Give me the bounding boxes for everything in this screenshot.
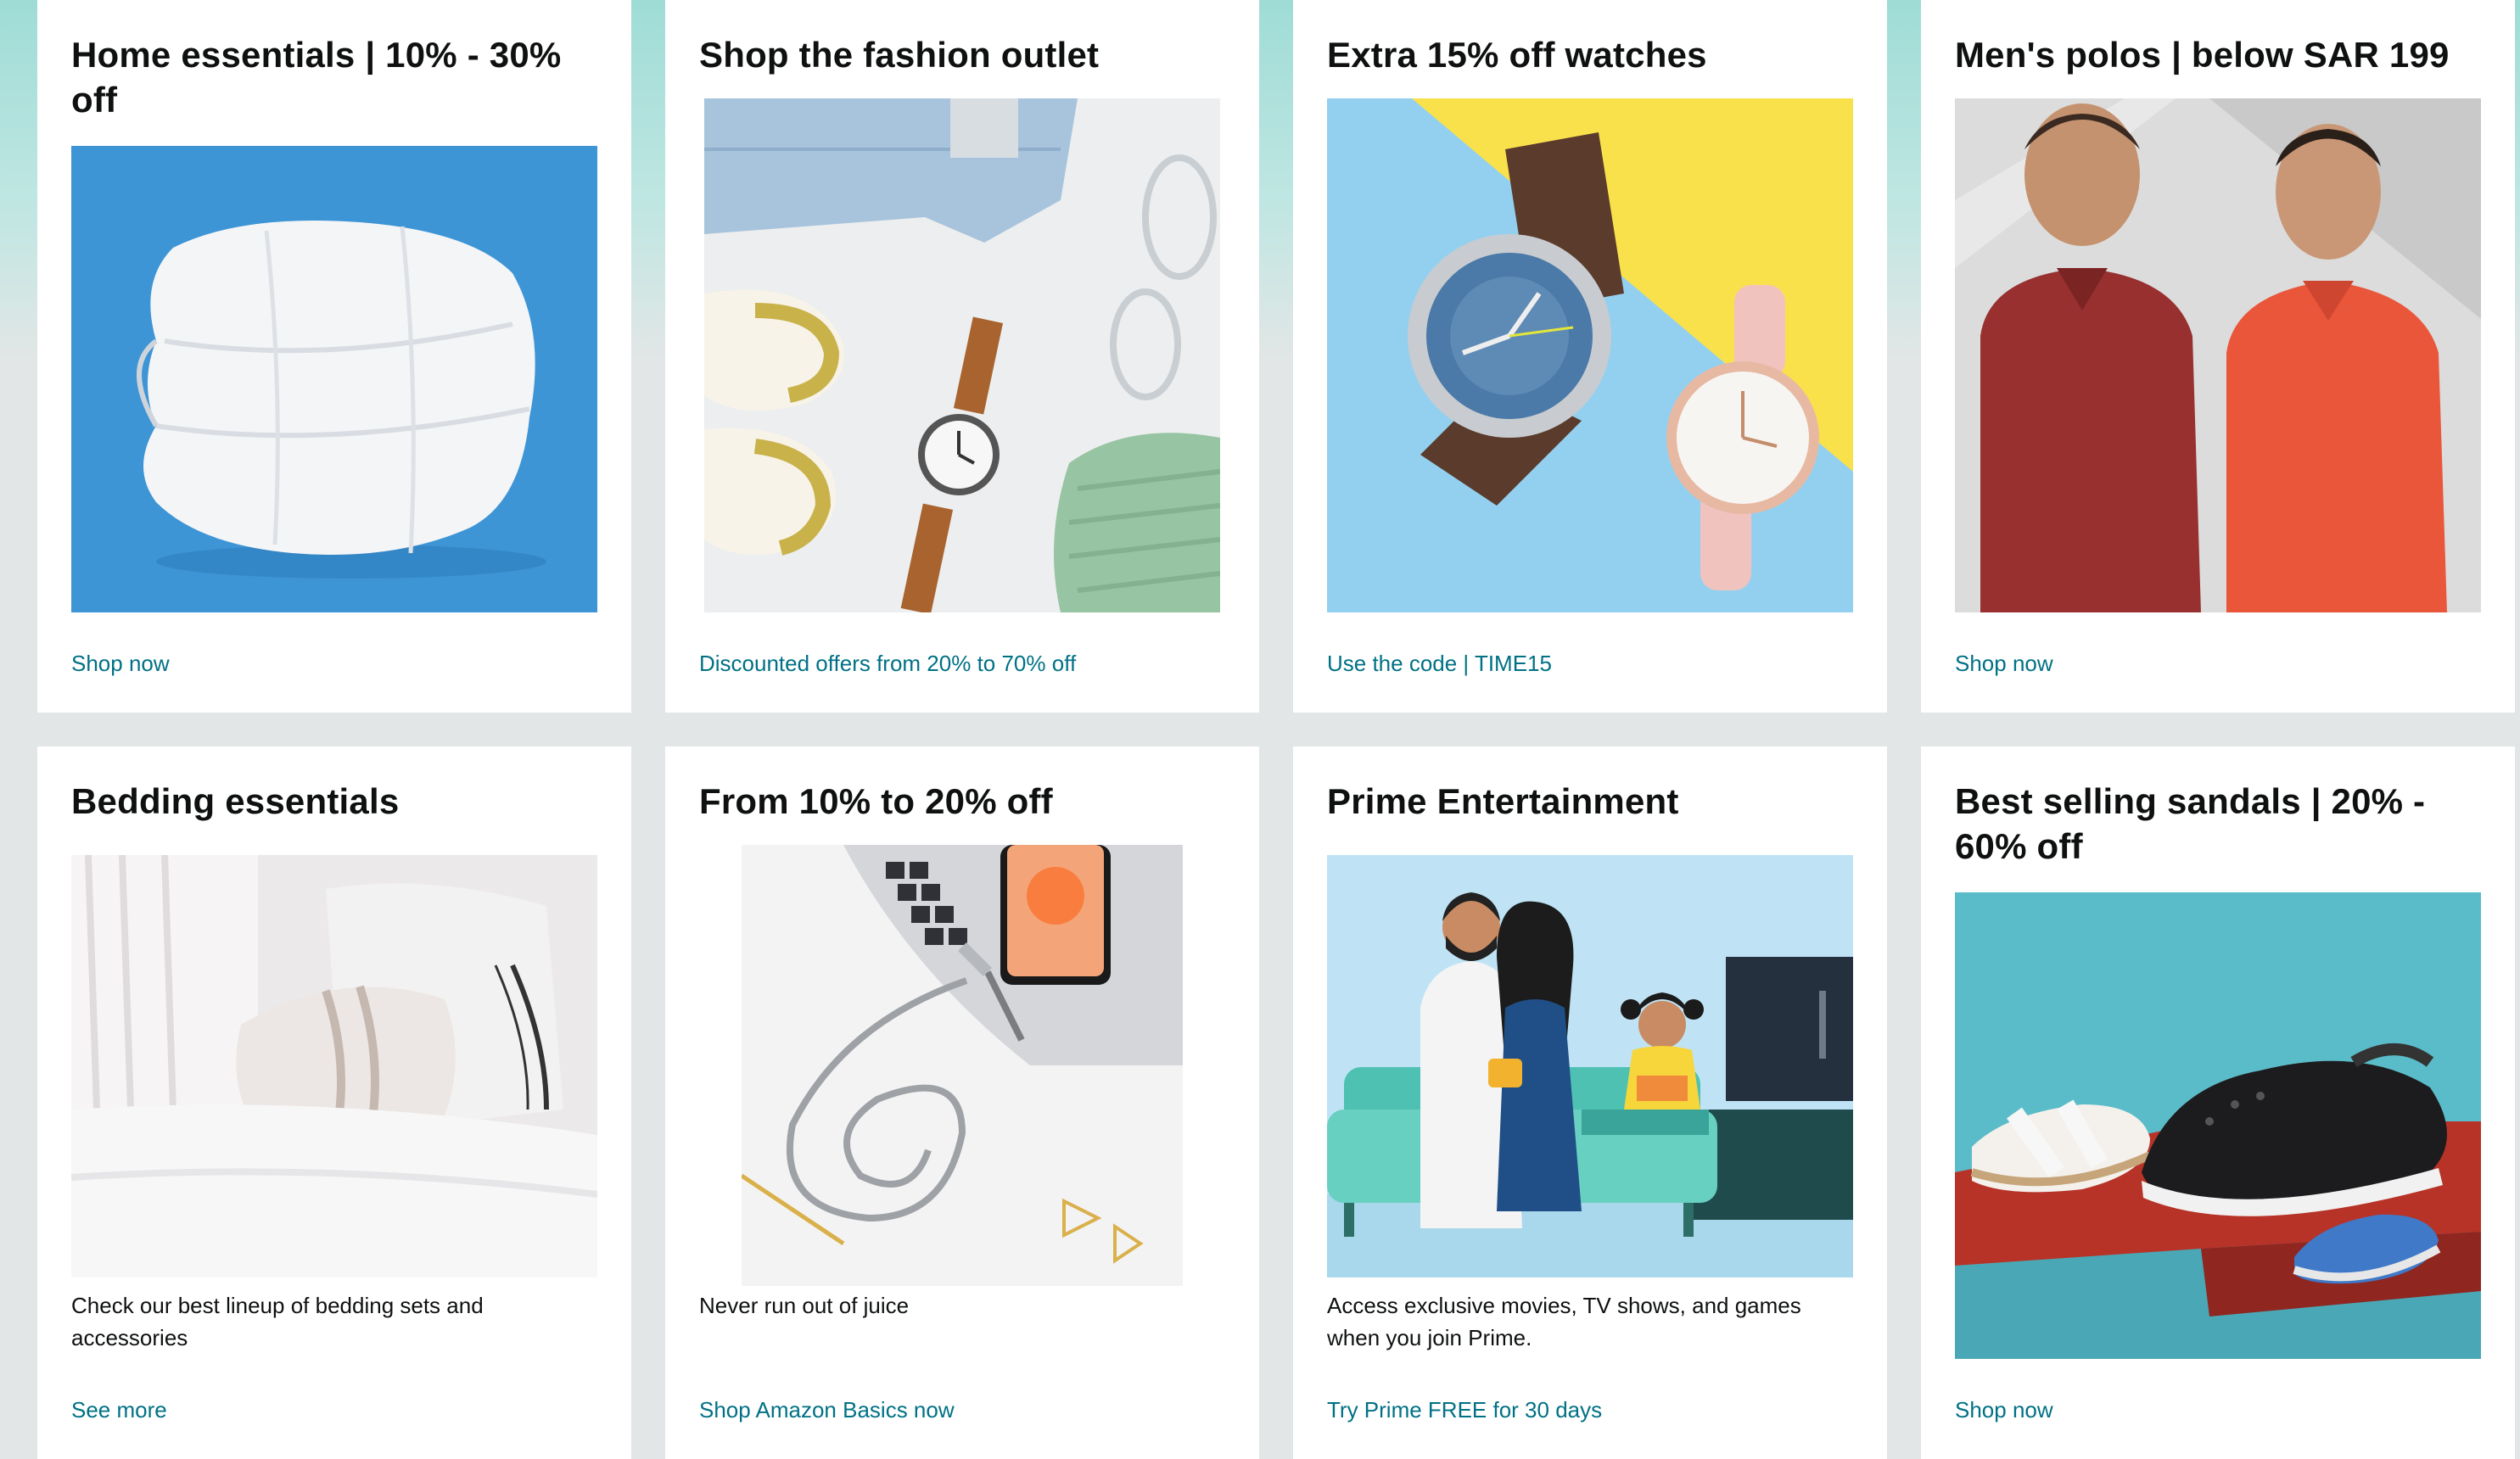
card-title: Shop the fashion outlet (699, 35, 1100, 75)
shop-now-link[interactable]: Shop now (71, 650, 170, 677)
shop-now-link[interactable]: Shop now (1955, 1396, 2053, 1423)
card-title: Extra 15% off watches (1327, 35, 1707, 75)
discounted-offers-link[interactable]: Discounted offers from 20% to 70% off (699, 650, 1076, 677)
see-more-link[interactable]: See more (71, 1396, 167, 1423)
card-prime-entertainment: Prime Entertainment Access exclusive mov… (1293, 746, 1887, 1459)
card-description: Check our best lineup of bedding sets an… (71, 1293, 484, 1350)
sandals-image[interactable] (1955, 892, 2481, 1359)
fashion-flatlay-image[interactable] (704, 98, 1220, 612)
shop-now-link[interactable]: Shop now (1955, 650, 2053, 677)
watch-code-link[interactable]: Use the code | TIME15 (1327, 650, 1552, 677)
card-fashion-outlet: Shop the fashion outlet Discounted offer… (665, 0, 1259, 713)
bedding-image[interactable] (71, 855, 597, 1277)
card-mens-polos: Men's polos | below SAR 199 Shop now (1921, 0, 2515, 713)
card-title: Bedding essentials (71, 781, 400, 821)
prime-family-image[interactable] (1327, 855, 1853, 1277)
comforter-image[interactable] (71, 146, 597, 612)
card-title: From 10% to 20% off (699, 781, 1053, 821)
card-title: Best selling sandals | 20% - 60% off (1955, 781, 2426, 866)
card-home-essentials: Home essentials | 10% - 30% off Shop now (37, 0, 631, 713)
card-watches: Extra 15% off watches Use the code | TIM… (1293, 0, 1887, 713)
try-prime-link[interactable]: Try Prime FREE for 30 days (1327, 1396, 1602, 1423)
charging-cable-image[interactable] (742, 845, 1183, 1286)
card-description: Access exclusive movies, TV shows, and g… (1327, 1293, 1801, 1350)
card-amazon-basics: From 10% to 20% off Never run out of jui… (665, 746, 1259, 1459)
card-bedding-essentials: Bedding essentials Check our best lineup… (37, 746, 631, 1459)
card-title: Home essentials | 10% - 30% off (71, 35, 562, 120)
card-title: Prime Entertainment (1327, 781, 1679, 821)
card-sandals: Best selling sandals | 20% - 60% off Sho… (1921, 746, 2515, 1459)
card-title: Men's polos | below SAR 199 (1955, 35, 2450, 75)
mens-polos-image[interactable] (1955, 98, 2481, 612)
shop-amazon-basics-link[interactable]: Shop Amazon Basics now (699, 1396, 955, 1423)
watches-image[interactable] (1327, 98, 1853, 612)
card-description: Never run out of juice (699, 1293, 910, 1318)
